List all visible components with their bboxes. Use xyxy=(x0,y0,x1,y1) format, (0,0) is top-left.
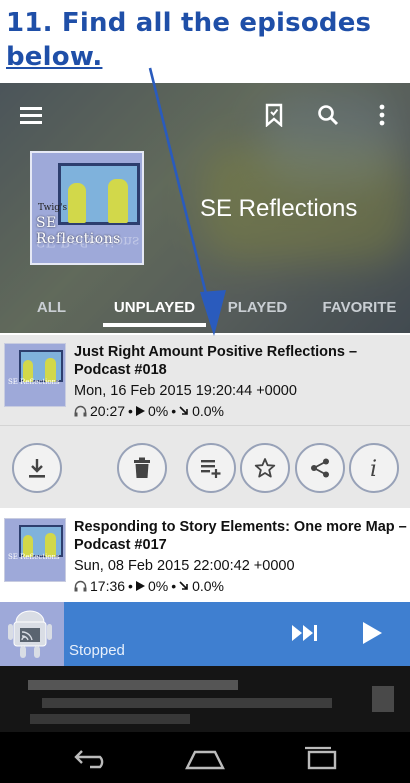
artwork-text-reflection: SE Reflections xyxy=(36,233,140,249)
player-artwork xyxy=(0,602,64,666)
skip-next-icon[interactable] xyxy=(290,622,322,646)
player-bar[interactable]: Stopped xyxy=(0,602,410,666)
tab-indicator xyxy=(103,323,206,327)
tab-favorite[interactable]: FAVORITE xyxy=(309,289,410,333)
headphones-icon xyxy=(74,580,87,592)
svg-text:i: i xyxy=(370,457,377,480)
separator-dot: • xyxy=(128,578,133,594)
hamburger-menu-icon[interactable] xyxy=(20,105,46,125)
headphones-icon xyxy=(74,405,87,417)
episode-progress: 0% xyxy=(147,403,169,419)
blurred-notification xyxy=(0,666,410,732)
playlist-add-icon xyxy=(201,460,221,478)
podcast-title: SE Reflections xyxy=(200,195,358,222)
thumbnail-text: SE Reflections xyxy=(8,378,60,386)
search-icon[interactable] xyxy=(314,101,342,129)
trash-icon xyxy=(134,457,150,478)
recents-icon[interactable] xyxy=(298,744,342,772)
play-progress-icon xyxy=(135,581,145,591)
episode-item[interactable]: SE Reflections Responding to Story Eleme… xyxy=(0,510,410,600)
share-button[interactable] xyxy=(295,443,345,493)
android-cast-icon xyxy=(8,610,52,658)
download-button[interactable] xyxy=(12,443,62,493)
tab-played[interactable]: PLAYED xyxy=(206,289,309,333)
caption-line-2: below. xyxy=(6,42,103,72)
favorite-button[interactable] xyxy=(240,443,290,493)
episode-duration: 20:27 xyxy=(90,403,126,419)
separator-dot: • xyxy=(171,403,177,419)
episode-title: Responding to Story Elements: One more M… xyxy=(74,519,407,553)
download-icon xyxy=(29,459,45,478)
podcast-artwork: Twig's SE Reflections SE Reflections xyxy=(30,151,144,265)
podcast-header: Twig's SE Reflections SE Reflections SE … xyxy=(0,83,410,333)
blurred-text-line xyxy=(42,698,332,708)
play-progress-icon xyxy=(135,406,145,416)
back-icon[interactable] xyxy=(70,744,114,772)
bookmark-icon[interactable] xyxy=(260,101,288,129)
screen: Twig's SE Reflections SE Reflections SE … xyxy=(0,0,410,783)
system-navigation-bar xyxy=(0,732,410,783)
blurred-text-line xyxy=(28,680,238,690)
blurred-text-line xyxy=(30,714,190,724)
player-status: Stopped xyxy=(69,642,125,659)
add-to-playlist-button[interactable] xyxy=(186,443,236,493)
caption-line-1: 11. Find all the episodes xyxy=(6,8,372,38)
share-icon xyxy=(311,458,329,478)
blurred-icon xyxy=(372,686,394,712)
episode-download-progress: 0.0% xyxy=(192,578,225,594)
artwork-text-small: Twig's xyxy=(38,203,68,213)
download-progress-icon xyxy=(179,406,188,415)
download-progress-icon xyxy=(179,581,188,590)
delete-button[interactable] xyxy=(117,443,167,493)
episode-progress: 0% xyxy=(147,578,169,594)
episode-thumbnail: SE Reflections xyxy=(4,518,66,582)
episode-download-progress: 0.0% xyxy=(192,403,225,419)
episode-meta: 20:27 • 0% • 0.0% xyxy=(74,403,224,419)
info-button[interactable]: i xyxy=(349,443,399,493)
more-vert-icon[interactable] xyxy=(368,101,396,129)
episode-date: Sun, 08 Feb 2015 22:00:42 +0000 xyxy=(74,558,295,574)
separator-dot: • xyxy=(171,578,177,594)
home-icon[interactable] xyxy=(183,744,227,772)
episode-title: Just Right Amount Positive Reflections –… xyxy=(74,344,358,378)
instruction-caption: 11. Find all the episodes below. xyxy=(6,6,406,74)
episode-thumbnail: SE Reflections xyxy=(4,343,66,407)
episode-item[interactable]: SE Reflections Just Right Amount Positiv… xyxy=(0,335,410,425)
thumbnail-text: SE Reflections xyxy=(8,553,60,561)
play-icon[interactable] xyxy=(360,620,388,648)
star-icon xyxy=(254,458,276,478)
info-icon: i xyxy=(370,457,377,480)
episode-action-row: i xyxy=(0,425,410,508)
separator-dot: • xyxy=(128,403,133,419)
episode-date: Mon, 16 Feb 2015 19:20:44 +0000 xyxy=(74,383,297,399)
episode-meta: 17:36 • 0% • 0.0% xyxy=(74,578,224,594)
tab-all[interactable]: ALL xyxy=(0,289,103,333)
episode-duration: 17:36 xyxy=(90,578,126,594)
